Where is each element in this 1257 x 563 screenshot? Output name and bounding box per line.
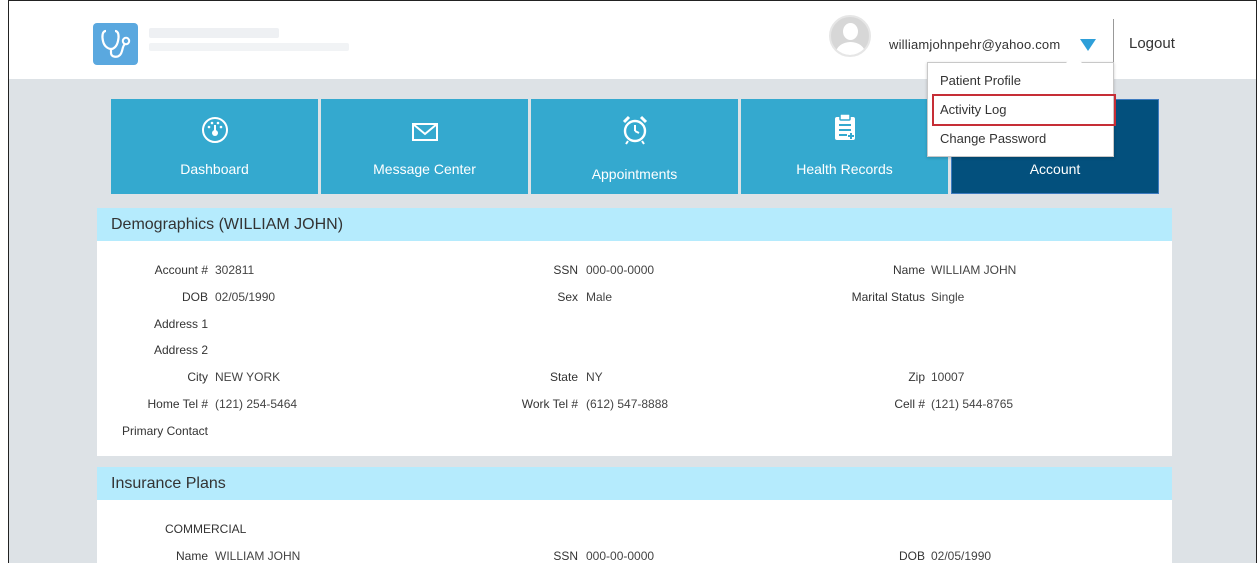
insured-dob-value: 02/05/1990 bbox=[931, 549, 992, 563]
logo-tagline-blurred bbox=[149, 43, 349, 51]
insured-ssn-label: SSN bbox=[553, 549, 578, 563]
logo[interactable] bbox=[93, 23, 138, 65]
ssn-label: SSN bbox=[553, 263, 578, 277]
stethoscope-icon bbox=[101, 29, 131, 58]
header-divider bbox=[1113, 19, 1114, 63]
tile-label: Message Center bbox=[373, 161, 476, 177]
alarm-clock-icon bbox=[622, 115, 647, 145]
zip-value: 10007 bbox=[931, 370, 965, 384]
account-value: 302811 bbox=[215, 263, 255, 277]
tile-health-records[interactable]: Health Records bbox=[741, 99, 948, 194]
primary-contact-label: Primary Contact bbox=[121, 424, 208, 438]
dashboard-gauge-icon bbox=[201, 117, 228, 143]
insured-name-value: WILLIAM JOHN bbox=[215, 549, 301, 563]
plan-type: COMMERCIAL bbox=[165, 522, 247, 536]
logo-text-blurred bbox=[149, 28, 279, 38]
sex-label: Sex bbox=[557, 290, 578, 304]
tile-label: Account bbox=[1029, 161, 1081, 177]
city-value: NEW YORK bbox=[215, 370, 281, 384]
clipboard-icon bbox=[834, 113, 855, 140]
avatar-head bbox=[843, 23, 858, 40]
demographics-panel: Demographics (WILLIAM JOHN) Account # 30… bbox=[97, 208, 1172, 456]
menu-item-change-password[interactable]: Change Password bbox=[940, 131, 1046, 146]
city-label: City bbox=[187, 370, 208, 384]
avatar[interactable] bbox=[829, 15, 871, 57]
work-tel-value: (612) 547-8888 bbox=[586, 397, 669, 411]
insurance-title: Insurance Plans bbox=[97, 467, 1172, 500]
address2-label: Address 2 bbox=[153, 343, 208, 357]
menu-item-activity-log[interactable]: Activity Log bbox=[940, 102, 1006, 117]
caret-down-icon[interactable] bbox=[1080, 39, 1096, 51]
sex-value: Male bbox=[586, 290, 613, 304]
dob-value: 02/05/1990 bbox=[215, 290, 276, 304]
account-label: Account # bbox=[154, 263, 208, 277]
tile-label: Dashboard bbox=[180, 161, 249, 177]
insurance-panel: Insurance Plans COMMERCIAL Name WILLIAM … bbox=[97, 467, 1172, 563]
tile-dashboard[interactable]: Dashboard bbox=[111, 99, 318, 194]
state-label: State bbox=[549, 370, 578, 384]
ssn-value: 000-00-0000 bbox=[586, 263, 655, 277]
insured-ssn-value: 000-00-0000 bbox=[586, 549, 655, 563]
cell-label: Cell # bbox=[894, 397, 925, 411]
cell-value: (121) 544-8765 bbox=[931, 397, 1014, 411]
logout-link[interactable]: Logout bbox=[1129, 35, 1175, 52]
name-label: Name bbox=[892, 263, 925, 277]
home-tel-value: (121) 254-5464 bbox=[215, 397, 298, 411]
insured-name-label: Name bbox=[175, 549, 208, 563]
dropdown-arrow bbox=[1066, 55, 1082, 63]
account-dropdown-menu: Patient Profile Activity Log Change Pass… bbox=[927, 55, 1116, 157]
state-value: NY bbox=[586, 370, 603, 384]
menu-item-patient-profile[interactable]: Patient Profile bbox=[940, 73, 1021, 88]
tile-label: Appointments bbox=[591, 166, 678, 182]
name-value: WILLIAM JOHN bbox=[931, 263, 1017, 277]
home-tel-label: Home Tel # bbox=[147, 397, 208, 411]
marital-status-label: Marital Status bbox=[851, 290, 925, 304]
dob-label: DOB bbox=[181, 290, 208, 304]
user-email[interactable]: williamjohnpehr@yahoo.com bbox=[889, 37, 1060, 52]
envelope-icon bbox=[411, 123, 438, 141]
address1-label: Address 1 bbox=[153, 317, 208, 331]
zip-label: Zip bbox=[908, 370, 925, 384]
avatar-body bbox=[836, 42, 865, 55]
tile-message-center[interactable]: Message Center bbox=[321, 99, 528, 194]
app-window: williamjohnpehr@yahoo.com Logout Dashboa… bbox=[8, 0, 1257, 563]
insured-dob-label: DOB bbox=[898, 549, 925, 563]
tile-label: Health Records bbox=[796, 161, 893, 177]
demographics-title: Demographics (WILLIAM JOHN) bbox=[97, 208, 1172, 241]
work-tel-label: Work Tel # bbox=[521, 397, 578, 411]
marital-status-value: Single bbox=[931, 290, 965, 304]
tile-appointments[interactable]: Appointments bbox=[531, 99, 738, 194]
